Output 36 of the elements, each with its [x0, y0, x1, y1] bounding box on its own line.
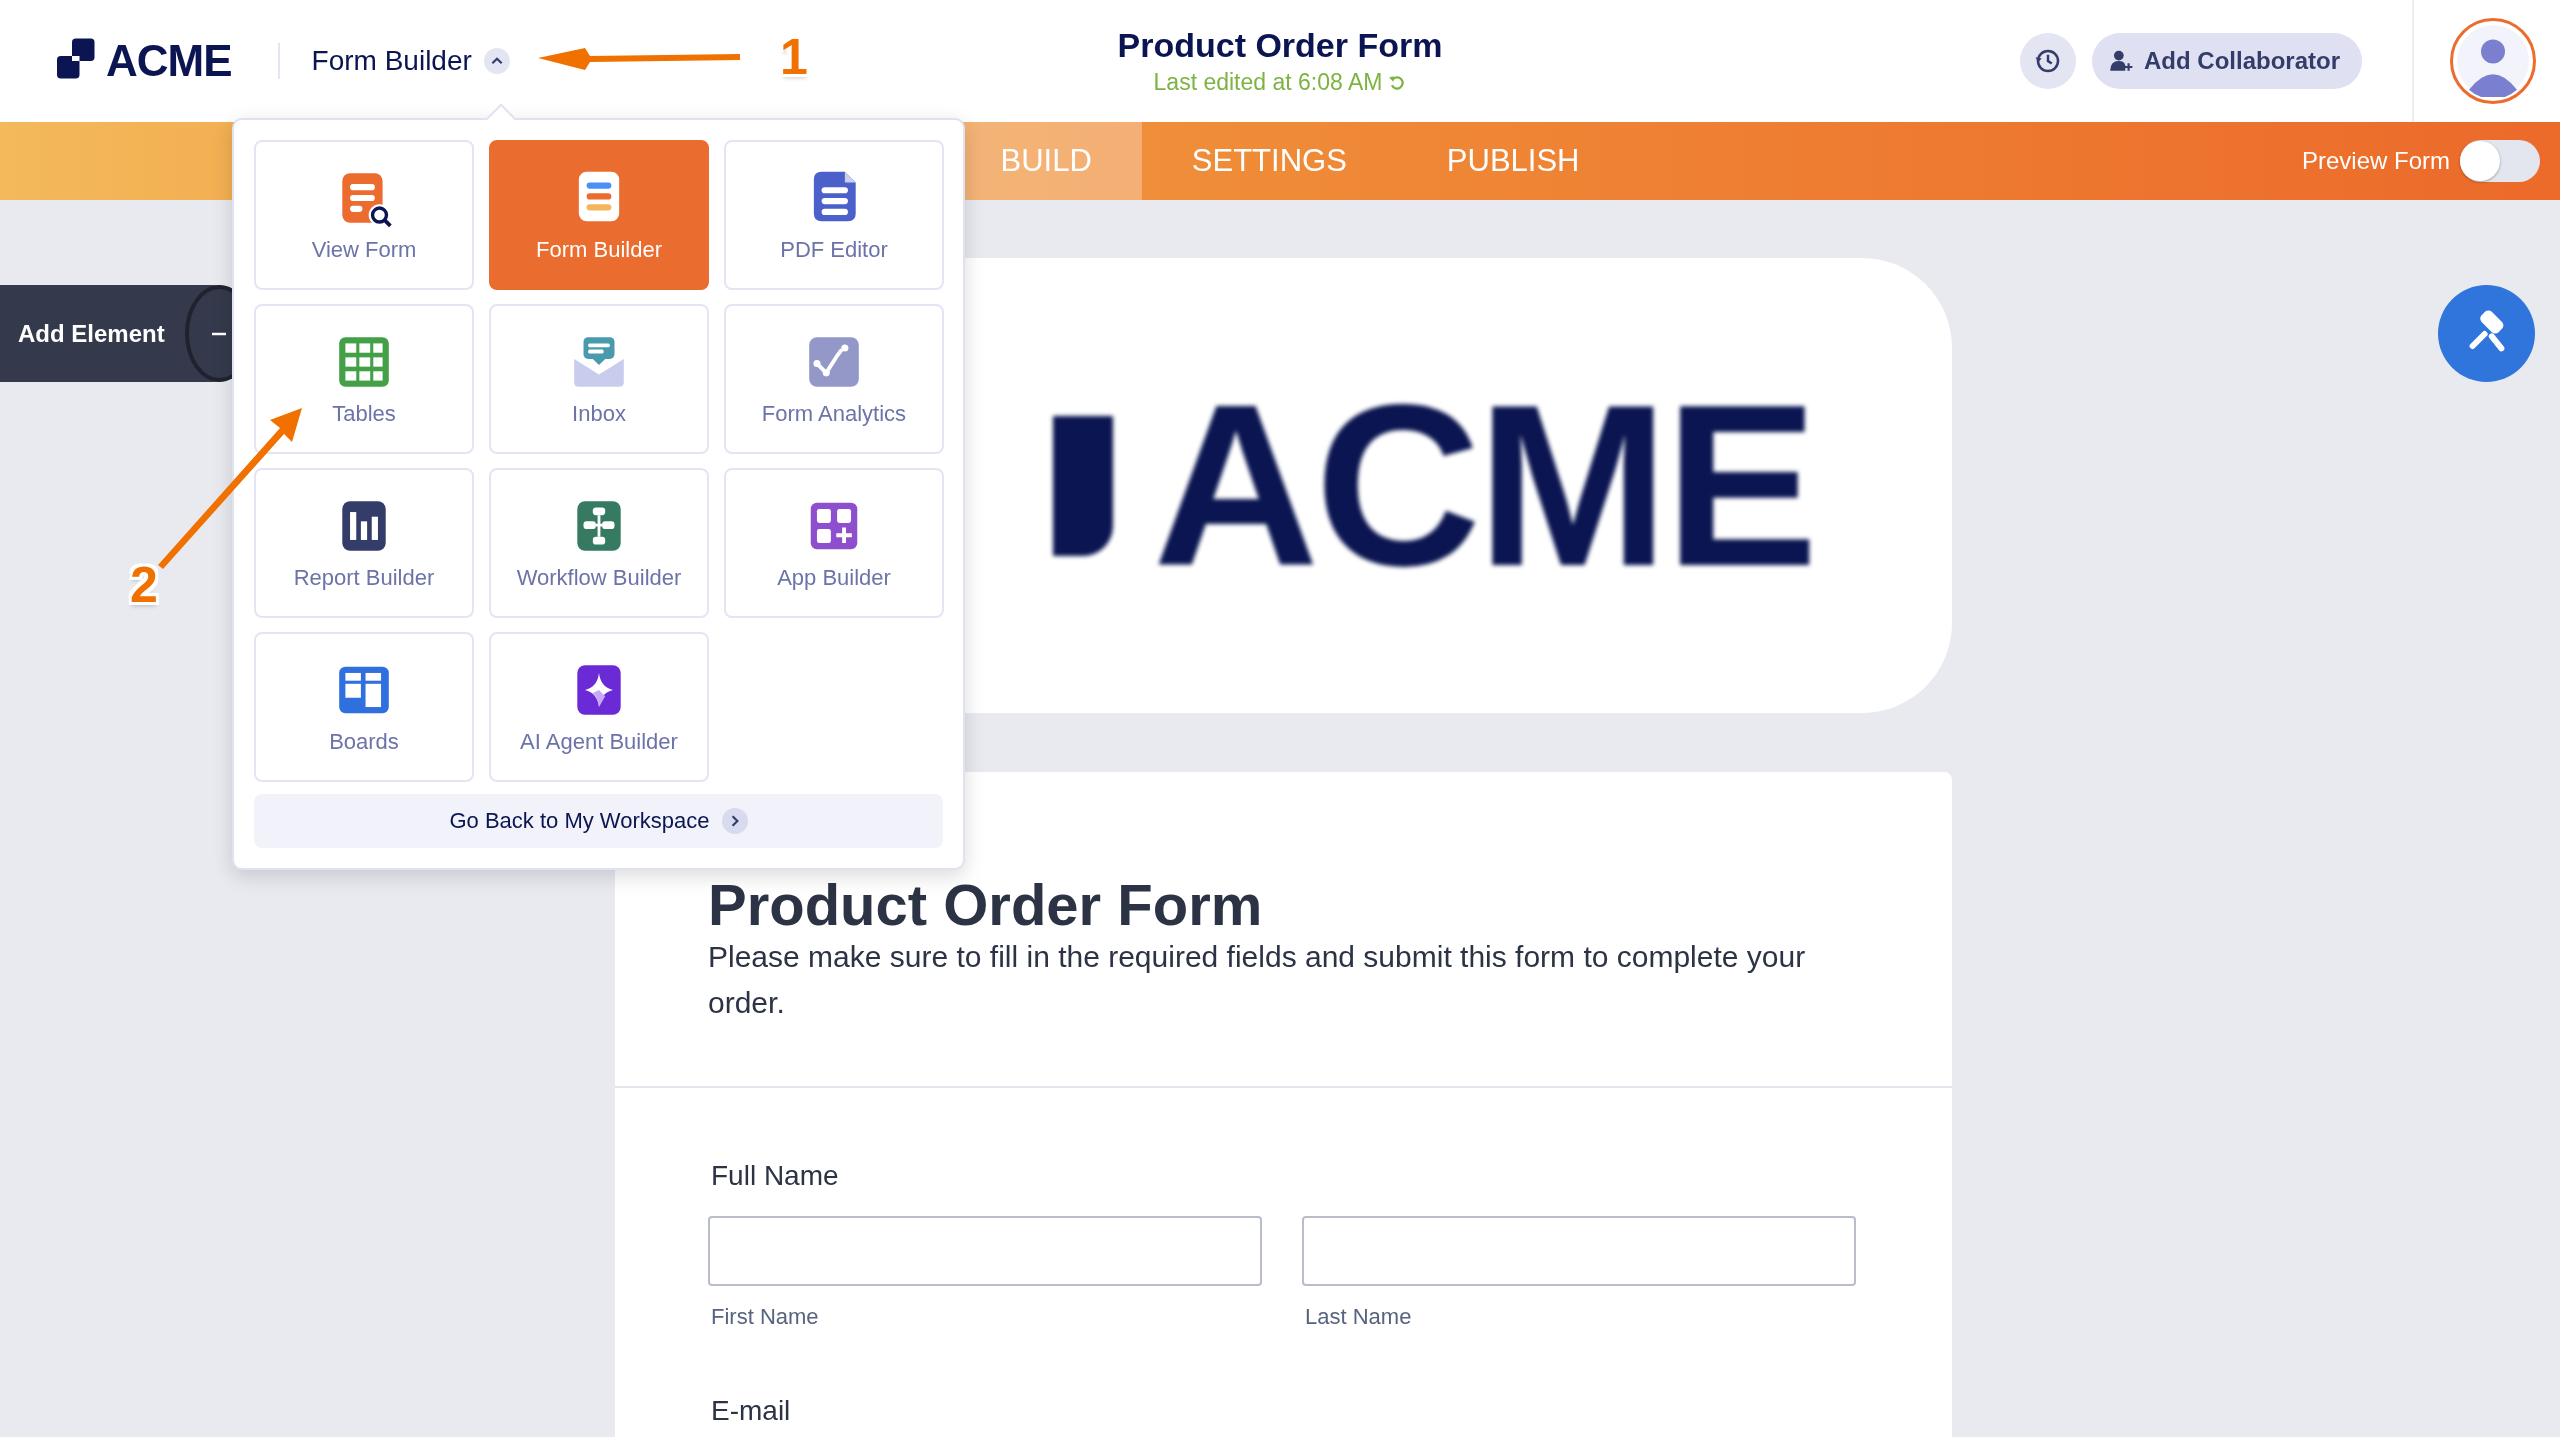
app-tile[interactable]: App Builder: [724, 468, 944, 618]
sublabel: Last Name: [1304, 1304, 1413, 1330]
app-tile[interactable]: View Form: [254, 140, 474, 290]
annotation-number: 2: [130, 560, 158, 610]
form-title: Product Order Form: [1117, 26, 1443, 65]
form-heading: Product Order Form: [708, 876, 1264, 934]
last-edited-text: Last edited at 6:08 AM: [1117, 69, 1443, 96]
app-tile[interactable]: Tables: [254, 304, 474, 454]
add-collaborator-button[interactable]: Add Collaborator: [2092, 33, 2362, 89]
refresh-icon: [1388, 73, 1407, 92]
nav-tab[interactable]: PUBLISH: [1396, 122, 1630, 200]
preview-form-label: Preview Form: [2301, 147, 2450, 175]
preview-toggle[interactable]: [2460, 140, 2540, 182]
app-tile[interactable]: Form Analytics: [724, 304, 944, 454]
app-tile[interactable]: PDF Editor: [724, 140, 944, 290]
user-add-icon: [2108, 48, 2134, 74]
field-label: E-mail: [710, 1395, 792, 1427]
history-button[interactable]: [2020, 33, 2076, 89]
app-tile[interactable]: Boards: [254, 632, 474, 782]
app-tile[interactable]: Form Builder: [489, 140, 709, 290]
sublabel: First Name: [710, 1304, 820, 1330]
app-switcher[interactable]: Form Builder: [307, 41, 514, 81]
app-tile[interactable]: Inbox: [489, 304, 709, 454]
app-tile[interactable]: Report Builder: [254, 468, 474, 618]
field-label: Full Name: [710, 1160, 840, 1192]
workspace-link[interactable]: Go Back to My Workspace: [254, 794, 943, 848]
text-input[interactable]: [708, 1216, 1262, 1286]
app-tile[interactable]: Workflow Builder: [489, 468, 709, 618]
text-input[interactable]: [1302, 1216, 1856, 1286]
nav-tab[interactable]: SETTINGS: [1141, 122, 1397, 200]
form-description: Please make sure to fill in the required fields and submit this form to complete your order.: [708, 939, 1807, 1021]
app-tile[interactable]: AI Agent Builder: [489, 632, 709, 782]
acme-logo[interactable]: ACME: [52, 36, 232, 86]
chevron-right-icon: [721, 808, 748, 834]
annotation-number: 1: [780, 32, 808, 82]
form-logo: ACME: [1052, 353, 1815, 618]
